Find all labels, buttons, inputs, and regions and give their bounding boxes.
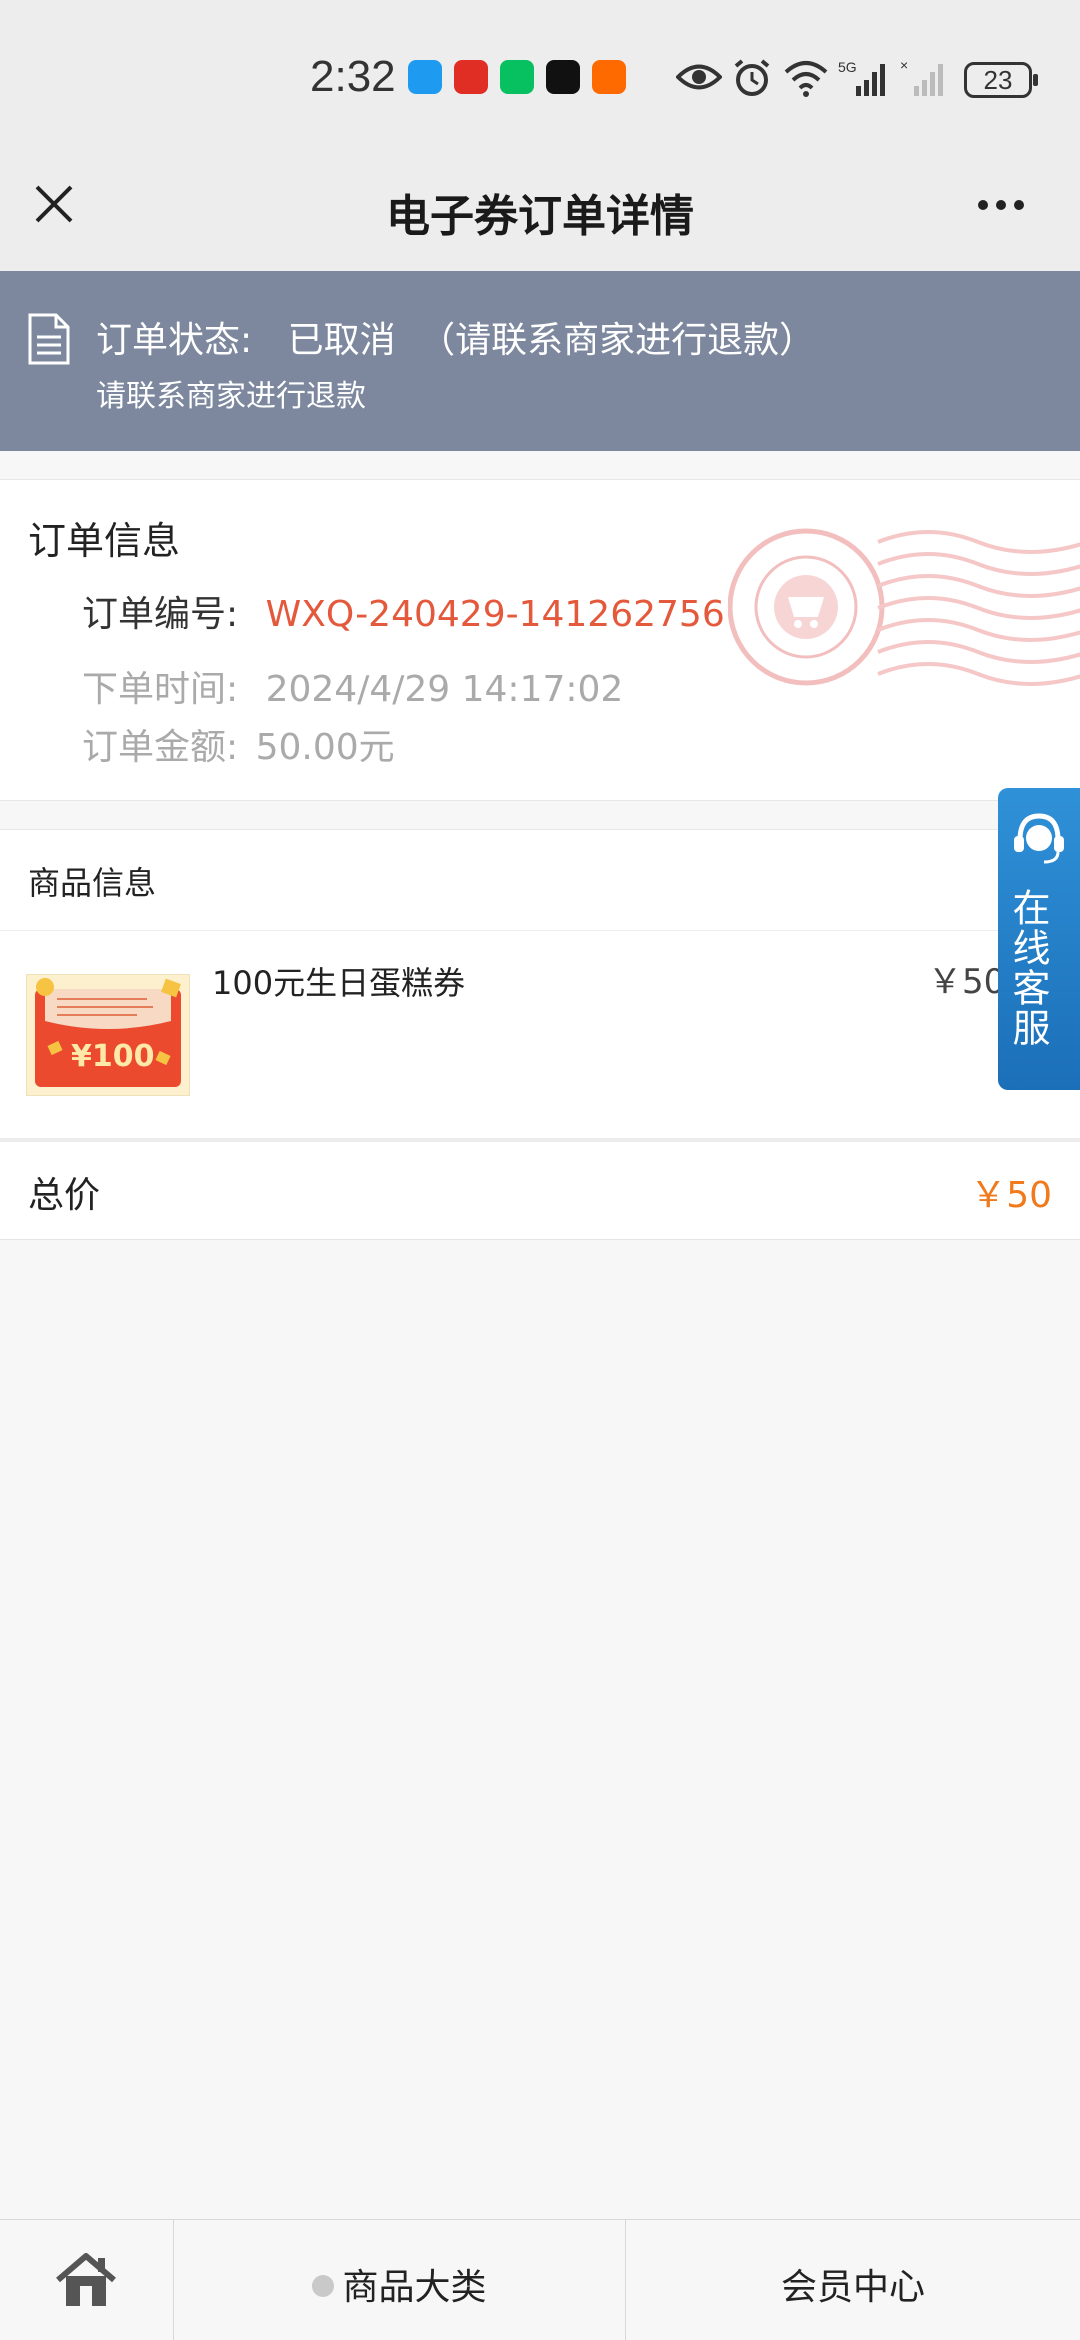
online-service-button[interactable]: 在线客服 xyxy=(998,788,1080,1090)
wifi-icon xyxy=(784,61,828,97)
goods-price: ￥50 xyxy=(928,962,1006,1002)
order-time-label: 下单时间: xyxy=(82,669,239,710)
tab-home[interactable] xyxy=(0,2220,174,2340)
order-number-label: 订单编号: xyxy=(82,594,239,635)
order-number-row: 订单编号: WXQ-240429-141262756 xyxy=(82,585,725,637)
signal-5g-icon: 5G xyxy=(838,59,885,96)
total-label: 总价 xyxy=(28,1175,101,1216)
taobao-app-icon xyxy=(592,60,626,94)
nav-bar: 电子券订单详情 xyxy=(0,160,1080,271)
pinduoduo-app-icon xyxy=(454,60,488,94)
signal-empty-icon: × xyxy=(900,58,943,96)
order-amount-value: 50.00元 xyxy=(255,727,395,768)
svg-text:5G: 5G xyxy=(838,59,857,75)
tab-member-center[interactable]: 会员中心 xyxy=(626,2220,1080,2340)
menu-dot-icon xyxy=(312,2275,335,2297)
coupon-image xyxy=(35,978,181,1087)
coupon-thumb-text: ¥100 xyxy=(71,1039,155,1074)
bottom-tab-bar: 商品大类 会员中心 xyxy=(0,2219,1080,2340)
svg-text:×: × xyxy=(900,58,908,73)
page-title: 电子券订单详情 xyxy=(386,191,694,242)
order-status-value: 已取消 xyxy=(287,320,396,361)
total-value: ￥50 xyxy=(970,1175,1052,1216)
total-row: 总价 ￥50 xyxy=(0,1138,1080,1240)
order-status-banner: 订单状态: 已取消 （请联系商家进行退款） 请联系商家进行退款 xyxy=(0,271,1080,451)
tab-category-label: 商品大类 xyxy=(174,2258,625,2310)
order-status-note: （请联系商家进行退款） xyxy=(419,320,816,361)
goods-info-header: 商品信息 xyxy=(0,830,1080,931)
goods-name[interactable]: 100元生日蛋糕券 xyxy=(212,958,465,1004)
tab-member-label: 会员中心 xyxy=(780,2267,925,2308)
order-amount-row: 订单金额: 50.00元 xyxy=(82,718,395,770)
order-info-title: 订单信息 xyxy=(28,519,181,563)
tab-category[interactable]: 商品大类 xyxy=(174,2220,626,2340)
order-info-card: 订单信息 订单编号: WXQ-240429-141262756 下单时间: 20… xyxy=(0,479,1080,801)
collection-stamp-icon xyxy=(728,528,1080,686)
message-app-icon xyxy=(408,60,442,94)
order-status-subtext: 请联系商家进行退款 xyxy=(96,379,366,414)
wechat-app-icon xyxy=(500,60,534,94)
order-status-line: 订单状态: 已取消 （请联系商家进行退款） xyxy=(96,311,815,363)
goods-thumbnail[interactable]: ¥100 xyxy=(26,974,190,1096)
eye-icon xyxy=(676,64,722,90)
battery-indicator: 23 xyxy=(964,62,1038,98)
order-number-value: WXQ-240429-141262756 xyxy=(265,594,725,635)
status-time: 2:32 xyxy=(310,52,396,101)
tiktok-app-icon xyxy=(546,60,580,94)
order-time-value: 2024/4/29 14:17:02 xyxy=(265,669,624,710)
order-time-row: 下单时间: 2024/4/29 14:17:02 xyxy=(82,660,623,712)
headset-icon xyxy=(1014,813,1064,864)
tab-category-text: 商品大类 xyxy=(342,2267,487,2308)
online-service-label: 在线客服 xyxy=(1006,888,1050,1048)
more-icon[interactable] xyxy=(978,200,1024,210)
alarm-icon xyxy=(734,59,770,96)
goods-info-card: 商品信息 ¥100 100元生日蛋糕券 ￥50 xyxy=(0,829,1080,1140)
status-bar: 2:32 5G × 23 xyxy=(0,0,1080,160)
order-amount-label: 订单金额: xyxy=(82,727,239,768)
document-icon xyxy=(28,313,70,365)
home-icon xyxy=(56,2253,116,2306)
order-status-label: 订单状态: xyxy=(96,320,253,361)
goods-info-title: 商品信息 xyxy=(28,864,157,902)
